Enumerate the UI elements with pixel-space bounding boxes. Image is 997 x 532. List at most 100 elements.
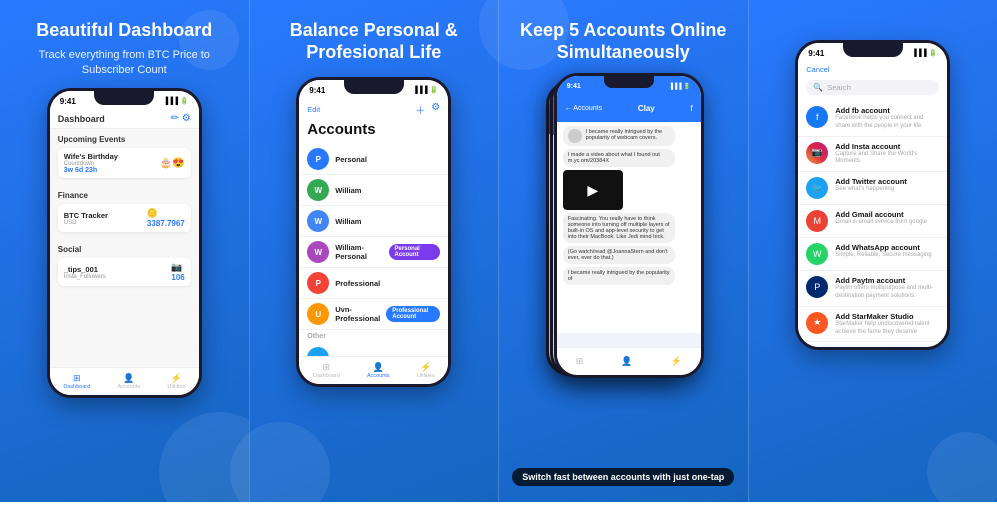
phone-2: 9:41 ▐▐▐ 🔋 Edit ＋ ⚙ Accounts P Personal [296,77,451,387]
switch-tag: Switch fast between accounts with just o… [512,468,734,486]
chat-msg-2: I made a video about what I found out m.… [563,149,675,167]
whatsapp-icon: W [806,243,828,265]
status-time-1: 9:41 [60,97,76,106]
upcoming-events-section: Upcoming Events Wife's Birthday Countdow… [50,129,199,185]
account-william-personal[interactable]: W William-Personal Personal Account [299,237,448,268]
account-william-1-info: William [335,186,361,195]
nav3-dashboard-icon: ⊞ [576,356,584,367]
settings-icon-btn[interactable]: ⚙ [431,102,440,117]
avatar-personal: P [307,148,329,170]
paytm-info: Add Paytm account Paytm offers multipurp… [835,276,939,301]
account-personal-info: Personal [335,155,367,164]
notch-4 [843,43,903,57]
account-william-personal-info: William-Personal [335,243,382,261]
account-uvn-name: Uvn-Professional [335,305,380,323]
nav3-accounts[interactable]: 👤 [621,356,632,367]
nav-dashboard[interactable]: ⊞ Dashboard [63,373,90,390]
nav2-utilities[interactable]: ⚡ Utilities [417,362,435,379]
fb-info: Add fb account Facebook helps you connec… [835,106,939,131]
insta-desc: Capture and Share the World's Moments. [835,151,939,167]
finance-section: Finance BTC Tracker USD 🪙 3387.7967 [50,185,199,239]
instagram-icon: 📷 [171,262,184,273]
phone-4: 9:41 ▐▐▐ 🔋 Cancel 🔍 Search f Add fb acco… [795,40,950,350]
gmail-desc: Gmail is email service from google [835,219,927,227]
paytm-icon: P [806,276,828,298]
nav3-accounts-icon: 👤 [621,356,632,367]
header-action-icons: ＋ ⚙ [415,102,440,117]
nav3-utilities-icon: ⚡ [671,356,682,367]
add-insta[interactable]: 📷 Add Insta account Capture and Share th… [798,137,947,173]
bottom-nav-1: ⊞ Dashboard 👤 Accounts ⚡ Utilities [50,367,199,395]
avatar-uvn: U [307,303,329,325]
account-william-2[interactable]: W William [299,206,448,237]
twitter-desc: See what's happening [835,186,907,194]
bottom-nav-3: ⊞ 👤 ⚡ [557,347,701,375]
nav3-dashboard[interactable]: ⊞ [576,356,584,367]
fb-icon: f [806,106,828,128]
chat-name: Clay [638,104,655,113]
nav2-accounts-icon: 👤 [373,362,384,373]
fb-desc: Facebook helps you connect and share wit… [835,115,939,131]
account-professional[interactable]: P Professional [299,268,448,299]
insta-name: Add Insta account [835,142,939,151]
avatar-william-1: W [307,179,329,201]
screen1-header-title: Dashboard [58,114,105,124]
add-whatsapp[interactable]: W Add WhatsApp account Simple, Reliable,… [798,238,947,271]
chat-msg-4: (Go watch/read @JoannaStern and don't ev… [563,246,675,264]
nav2-dashboard[interactable]: ⊞ Dashboard [313,362,340,379]
avatar-william-personal: W [307,241,329,263]
nav-utilities-label: Utilities [167,384,185,390]
twitter-info: Add Twitter account See what's happening [835,177,907,194]
nav2-accounts[interactable]: 👤 Accounts [367,362,390,379]
nav-accounts[interactable]: 👤 Accounts [118,373,141,390]
nav2-utilities-icon: ⚡ [420,362,431,373]
panel-2-title: Balance Personal & Profesional Life [266,20,483,63]
cancel-button[interactable]: Cancel [806,65,829,74]
add-twitter[interactable]: 🐦 Add Twitter account See what's happeni… [798,172,947,205]
nav3-utilities[interactable]: ⚡ [671,356,682,367]
finance-title: Finance [58,191,191,200]
star-name: Add StarMaker Studio [835,312,939,321]
status-time-3: 9:41 [567,83,581,90]
star-info: Add StarMaker Studio StarMaker help undi… [835,312,939,337]
notch-3 [604,76,654,88]
panel-3: Keep 5 Accounts Online Simultaneously Fo… [498,0,748,502]
search-bar[interactable]: 🔍 Search [806,80,939,95]
back-arrow[interactable]: ← Accounts [565,105,602,112]
panel-2: Balance Personal & Profesional Life 9:41… [249,0,499,502]
account-william-2-name: William [335,217,361,226]
status-time-4: 9:41 [808,49,824,58]
nav2-dashboard-label: Dashboard [313,373,340,379]
search-input[interactable]: Search [827,83,851,92]
nav2-utilities-label: Utilities [417,373,435,379]
msg-1-text: I became really intrigued by the popular… [586,129,670,141]
add-fb[interactable]: f Add fb account Facebook helps you conn… [798,101,947,137]
accounts-icon: 👤 [123,373,134,384]
account-personal[interactable]: P Personal [299,144,448,175]
phone-front: 9:41 ▐▐▐ 🔋 ← Accounts Clay f I became re… [554,73,704,378]
social-sub: Insta_Followers [64,274,106,280]
social-right: 📷 106 [171,262,184,282]
social-card: _tips_001 Insta_Followers 📷 106 [58,258,191,286]
chat-msg-1: I became really intrigued by the popular… [563,126,675,146]
add-icon-btn[interactable]: ＋ [415,102,425,117]
add-starmaker[interactable]: ★ Add StarMaker Studio StarMaker help un… [798,307,947,343]
phone-stack: FocusX_01 Fascinating. You really have t… [546,73,701,383]
account-william-1[interactable]: W William [299,175,448,206]
twitter-name: Add Twitter account [835,177,907,186]
accounts-title: Accounts [299,121,448,144]
nav-utilities[interactable]: ⚡ Utilities [167,373,185,390]
notch-2 [344,80,404,94]
whatsapp-desc: Simple, Reliable, Secure messaging [835,252,931,260]
social-section: Social _tips_001 Insta_Followers 📷 106 [50,239,199,293]
add-accounts-list: f Add fb account Facebook helps you conn… [798,101,947,342]
whatsapp-info: Add WhatsApp account Simple, Reliable, S… [835,243,931,260]
account-uvn[interactable]: U Uvn-Professional Professional Account [299,299,448,330]
add-paytm[interactable]: P Add Paytm account Paytm offers multipu… [798,271,947,307]
edit-button[interactable]: Edit [307,105,320,114]
avatar-professional: P [307,272,329,294]
header-icons: ✏ ⚙ [171,113,191,124]
personal-account-badge: Personal Account [389,244,441,260]
msg-3-text: Fascinating. You really have to think so… [568,216,670,240]
add-gmail[interactable]: M Add Gmail account Gmail is email servi… [798,205,947,238]
